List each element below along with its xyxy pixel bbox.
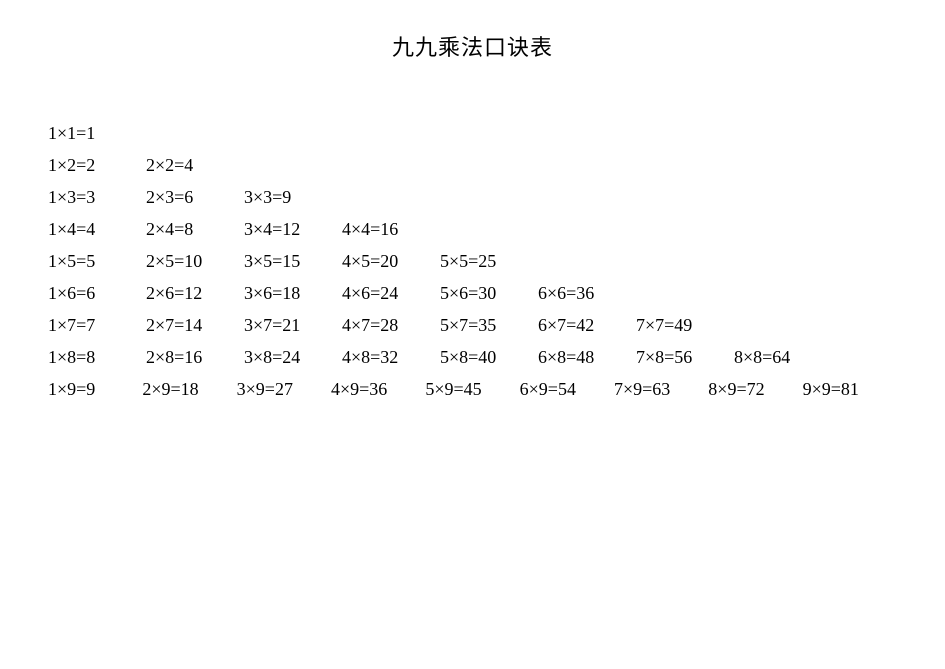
table-cell: 5×5=25 (440, 251, 538, 272)
page-title: 九九乘法口诀表 (48, 30, 897, 62)
table-cell: 7×9=63 (614, 379, 708, 400)
table-cell: 3×8=24 (244, 347, 342, 368)
table-cell: 2×2=4 (146, 155, 244, 176)
table-cell: 7×7=49 (636, 315, 734, 336)
table-cell: 6×8=48 (538, 347, 636, 368)
table-cell: 5×8=40 (440, 347, 538, 368)
table-cell: 3×9=27 (237, 379, 331, 400)
table-row: 1×4=42×4=83×4=124×4=16 (48, 213, 897, 245)
table-row: 1×6=62×6=123×6=184×6=245×6=306×6=36 (48, 277, 897, 309)
table-cell: 3×7=21 (244, 315, 342, 336)
table-cell: 2×3=6 (146, 187, 244, 208)
table-row: 1×7=72×7=143×7=214×7=285×7=356×7=427×7=4… (48, 309, 897, 341)
table-cell: 7×8=56 (636, 347, 734, 368)
table-cell: 2×8=16 (146, 347, 244, 368)
table-row: 1×9=92×9=183×9=274×9=365×9=456×9=547×9=6… (48, 373, 897, 405)
table-cell: 1×1=1 (48, 123, 146, 144)
table-cell: 4×9=36 (331, 379, 425, 400)
table-cell: 2×6=12 (146, 283, 244, 304)
table-cell: 3×6=18 (244, 283, 342, 304)
table-row: 1×2=22×2=4 (48, 149, 897, 181)
table-row: 1×3=32×3=63×3=9 (48, 181, 897, 213)
table-cell: 1×9=9 (48, 379, 142, 400)
table-cell: 4×7=28 (342, 315, 440, 336)
table-cell: 8×8=64 (734, 347, 832, 368)
table-cell: 2×5=10 (146, 251, 244, 272)
table-cell: 3×5=15 (244, 251, 342, 272)
table-cell: 3×3=9 (244, 187, 342, 208)
table-cell: 2×7=14 (146, 315, 244, 336)
table-cell: 1×8=8 (48, 347, 146, 368)
table-cell: 3×4=12 (244, 219, 342, 240)
table-cell: 4×5=20 (342, 251, 440, 272)
table-cell: 6×6=36 (538, 283, 636, 304)
table-cell: 1×5=5 (48, 251, 146, 272)
table-cell: 5×6=30 (440, 283, 538, 304)
table-cell: 4×8=32 (342, 347, 440, 368)
table-cell: 1×6=6 (48, 283, 146, 304)
table-cell: 4×4=16 (342, 219, 440, 240)
table-cell: 5×9=45 (425, 379, 519, 400)
table-cell: 9×9=81 (803, 379, 897, 400)
table-cell: 8×9=72 (708, 379, 802, 400)
table-row: 1×8=82×8=163×8=244×8=325×8=406×8=487×8=5… (48, 341, 897, 373)
multiplication-table: 1×1=11×2=22×2=41×3=32×3=63×3=91×4=42×4=8… (48, 117, 897, 405)
table-cell: 6×7=42 (538, 315, 636, 336)
table-cell: 5×7=35 (440, 315, 538, 336)
table-row: 1×5=52×5=103×5=154×5=205×5=25 (48, 245, 897, 277)
table-row: 1×1=1 (48, 117, 897, 149)
table-cell: 1×4=4 (48, 219, 146, 240)
table-cell: 2×9=18 (142, 379, 236, 400)
table-cell: 1×7=7 (48, 315, 146, 336)
table-cell: 2×4=8 (146, 219, 244, 240)
table-cell: 1×3=3 (48, 187, 146, 208)
table-cell: 1×2=2 (48, 155, 146, 176)
table-cell: 4×6=24 (342, 283, 440, 304)
table-cell: 6×9=54 (520, 379, 614, 400)
